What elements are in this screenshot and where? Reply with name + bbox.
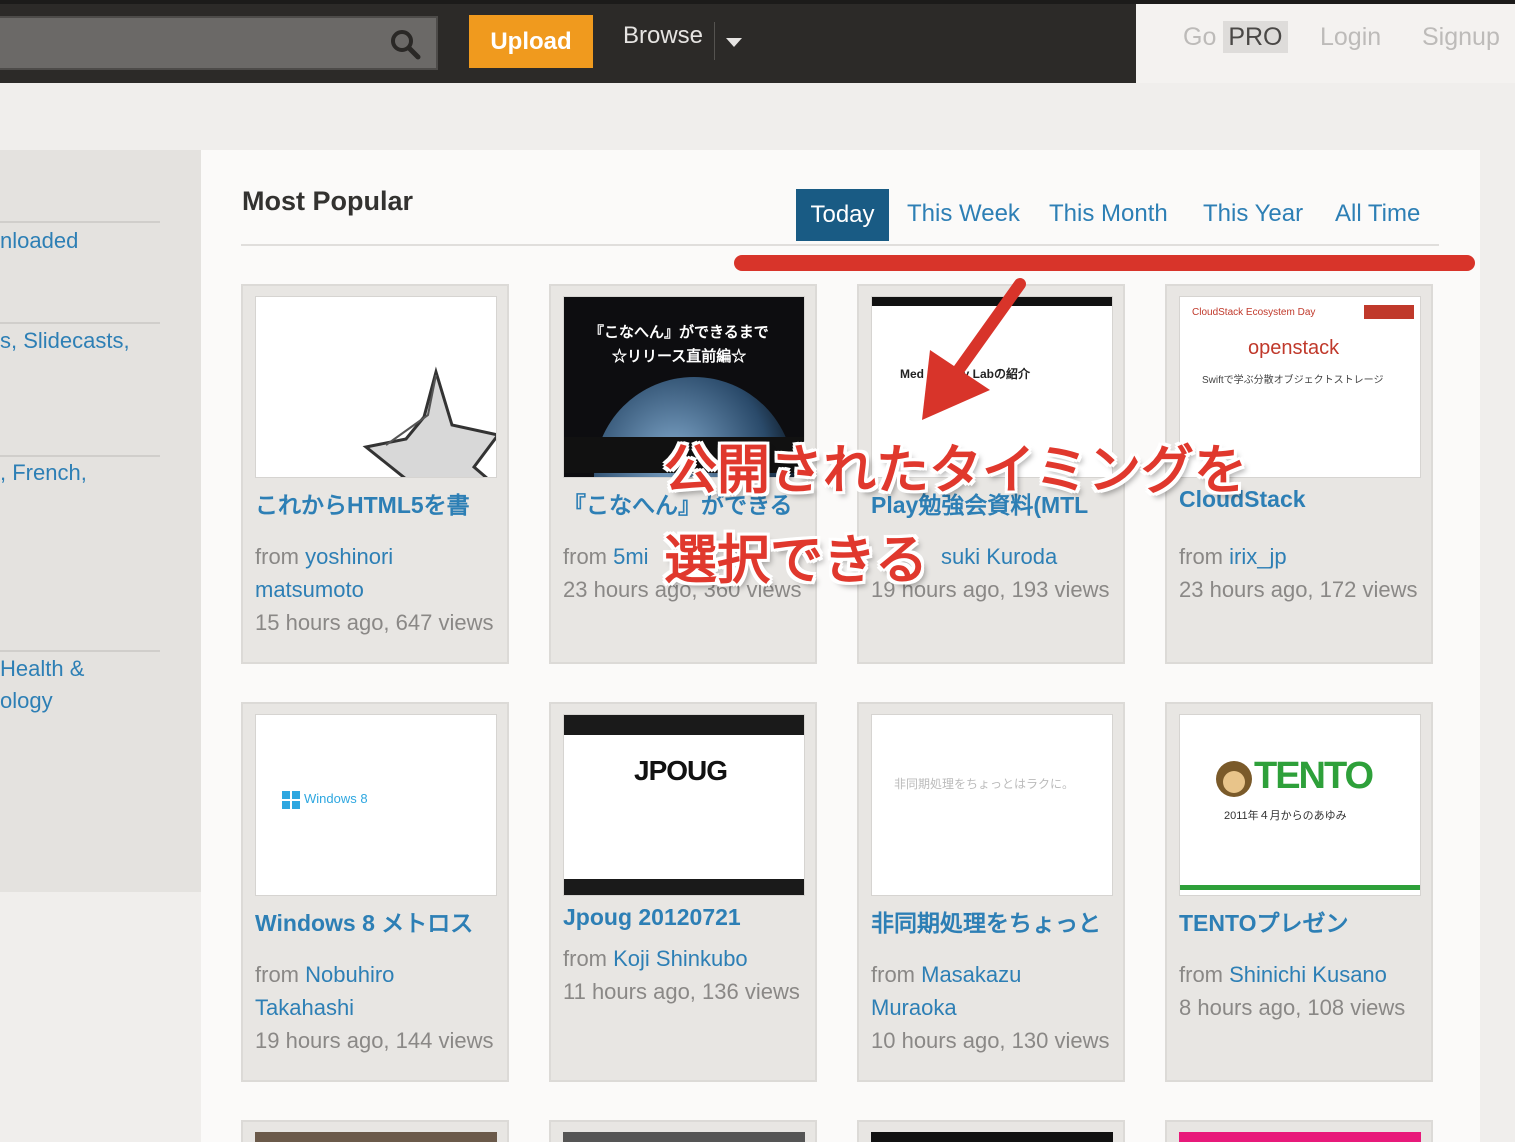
annotation-arrow-icon xyxy=(922,278,1026,420)
thumb-text: 非同期処理をちょっとはラクに。 xyxy=(894,777,1075,791)
go-label: Go xyxy=(1183,23,1217,51)
author-link[interactable]: suki Kuroda xyxy=(941,544,1057,569)
sidebar-item-formats[interactable]: s, Slidecasts, xyxy=(0,325,130,357)
tab-today[interactable]: Today xyxy=(796,189,889,241)
thumb-text: JPOUG xyxy=(634,755,728,786)
slide-stats: 8 hours ago, 108 views xyxy=(1179,995,1406,1020)
slide-card[interactable]: TENTO 2011年４月からのあゆみ TENTOプレゼン from Shini… xyxy=(1165,702,1433,1082)
author-link[interactable]: irix_jp xyxy=(1229,544,1286,569)
thumb-text: Swiftで学ぶ分散オブジェクトストレージ xyxy=(1202,375,1384,386)
upload-button[interactable]: Upload xyxy=(469,15,593,68)
slide-meta: from irix_jp 23 hours ago, 172 views xyxy=(1179,540,1419,606)
search-icon[interactable] xyxy=(388,27,422,61)
slide-title[interactable]: これからHTML5を書 xyxy=(255,486,505,520)
go-pro-link[interactable]: Go PRO xyxy=(1183,21,1288,53)
slide-thumbnail[interactable] xyxy=(1179,1132,1421,1142)
slide-thumbnail[interactable]: JPOUG xyxy=(563,714,805,896)
slide-card[interactable] xyxy=(857,1120,1125,1142)
thumb-band xyxy=(564,879,804,895)
slide-stats: 10 hours ago, 130 views xyxy=(871,1028,1110,1053)
slide-card[interactable]: 非同期処理をちょっとはラクに。 非同期処理をちょっと from Masakazu… xyxy=(857,702,1125,1082)
thumb-band xyxy=(1180,885,1420,890)
slide-card[interactable] xyxy=(1165,1120,1433,1142)
monkey-logo-icon xyxy=(1216,761,1252,797)
thumb-text: ☆リリース直前編☆ xyxy=(612,348,747,365)
author-link[interactable]: 5mi xyxy=(613,544,648,569)
annotation-underline xyxy=(734,255,1475,271)
thumb-text: Windows 8 xyxy=(304,791,368,806)
slide-thumbnail[interactable] xyxy=(563,1132,805,1142)
thumb-text: CloudStack Ecosystem Day xyxy=(1192,307,1316,318)
tab-this-month[interactable]: This Month xyxy=(1049,200,1168,228)
slide-thumbnail[interactable] xyxy=(871,1132,1113,1142)
from-label: from xyxy=(1179,544,1223,569)
sidebar-divider xyxy=(0,322,160,324)
slide-thumbnail[interactable] xyxy=(255,1132,497,1142)
slide-title[interactable]: 非同期処理をちょっと xyxy=(871,904,1121,938)
slide-meta: from Nobuhiro Takahashi 19 hours ago, 14… xyxy=(255,958,495,1057)
browse-menu[interactable]: Browse xyxy=(623,22,703,50)
top-edge xyxy=(0,0,1515,4)
slide-card[interactable]: これからHTML5を書 from yoshinori matsumoto 15 … xyxy=(241,284,509,664)
page-title: Most Popular xyxy=(242,186,414,216)
thumb-text: openstack xyxy=(1248,337,1340,359)
slide-card[interactable]: JPOUG Jpoug 20120721 from Koji Shinkubo … xyxy=(549,702,817,1082)
slide-stats: 15 hours ago, 647 views xyxy=(255,610,494,635)
slide-meta: from Masakazu Muraoka 10 hours ago, 130 … xyxy=(871,958,1111,1057)
tab-this-week[interactable]: This Week xyxy=(907,200,1020,228)
slide-meta: from yoshinori matsumoto 15 hours ago, 6… xyxy=(255,540,495,639)
slide-thumbnail[interactable]: Windows 8 xyxy=(255,714,497,896)
author-link[interactable]: Koji Shinkubo xyxy=(613,946,748,971)
from-label: from xyxy=(255,544,299,569)
slide-stats: 11 hours ago, 136 views xyxy=(563,979,800,1004)
from-label: from xyxy=(1179,962,1223,987)
slide-title[interactable]: Windows 8 メトロス xyxy=(255,904,505,938)
sidebar-item-languages[interactable]: , French, xyxy=(0,457,87,489)
tab-all-time[interactable]: All Time xyxy=(1335,200,1420,228)
chevron-down-icon[interactable] xyxy=(726,38,742,47)
from-label: from xyxy=(563,946,607,971)
browse-divider xyxy=(714,22,715,60)
from-label: from xyxy=(255,962,299,987)
thumb-text: 『こなへん』ができるまで xyxy=(589,324,769,341)
author-link[interactable]: Shinichi Kusano xyxy=(1229,962,1387,987)
search-input[interactable] xyxy=(0,16,438,70)
windows-logo-icon xyxy=(282,791,300,809)
signup-link[interactable]: Signup xyxy=(1422,23,1500,52)
title-divider xyxy=(241,244,1439,246)
from-label: from xyxy=(563,544,607,569)
annotation-text: 選択できる xyxy=(664,531,928,590)
sidebar-item-technology[interactable]: ology xyxy=(0,685,53,717)
sidebar-item-downloaded[interactable]: nloaded xyxy=(0,225,78,257)
sidebar-item-health[interactable]: Health & xyxy=(0,653,84,685)
slide-meta: from Shinichi Kusano 8 hours ago, 108 vi… xyxy=(1179,958,1419,1024)
annotation-text: 公開されたタイミングを xyxy=(664,441,1247,500)
slide-card[interactable] xyxy=(549,1120,817,1142)
slide-thumbnail[interactable]: TENTO 2011年４月からのあゆみ xyxy=(1179,714,1421,896)
slide-thumbnail[interactable] xyxy=(255,296,497,478)
sidebar-divider xyxy=(0,650,160,652)
thumb-text: TENTO xyxy=(1254,755,1374,797)
slide-card[interactable]: Windows 8 Windows 8 メトロス from Nobuhiro T… xyxy=(241,702,509,1082)
thumb-text: 2011年４月からのあゆみ xyxy=(1224,810,1347,822)
thumb-band xyxy=(564,715,804,735)
slide-card[interactable] xyxy=(241,1120,509,1142)
sidebar-divider xyxy=(0,221,160,223)
logo-icon xyxy=(1364,305,1414,319)
slide-title[interactable]: TENTOプレゼン xyxy=(1179,904,1429,938)
sidebar xyxy=(0,150,201,892)
star-sketch-icon xyxy=(362,366,496,477)
login-link[interactable]: Login xyxy=(1320,23,1381,52)
slide-stats: 19 hours ago, 144 views xyxy=(255,1028,494,1053)
slide-meta: from Koji Shinkubo 11 hours ago, 136 vie… xyxy=(563,942,803,1008)
slide-thumbnail[interactable]: 非同期処理をちょっとはラクに。 xyxy=(871,714,1113,896)
from-label: from xyxy=(871,962,915,987)
pro-badge: PRO xyxy=(1223,21,1288,53)
slide-stats: 23 hours ago, 172 views xyxy=(1179,577,1418,602)
tab-this-year[interactable]: This Year xyxy=(1203,200,1303,228)
slide-title[interactable]: Jpoug 20120721 xyxy=(563,904,813,931)
